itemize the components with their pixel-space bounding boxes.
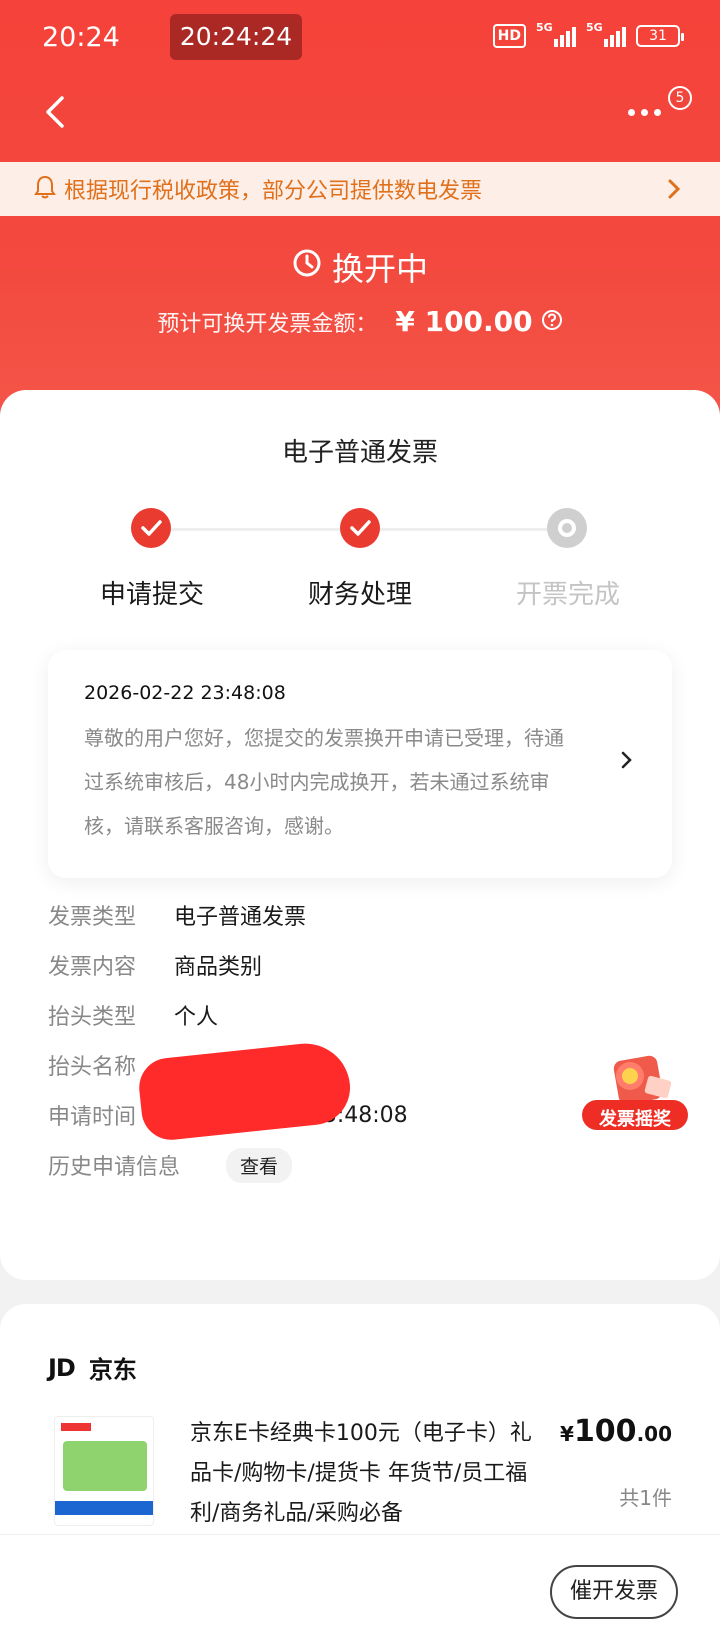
price-integer: 100 [573, 1414, 637, 1449]
progress-steps: 申请提交 财务处理 开票完成 [0, 508, 720, 628]
detail-row: 历史申请信息 查看 [48, 1140, 648, 1190]
detail-value: 个人 [174, 1005, 219, 1030]
status-title-text: 换开中 [331, 250, 428, 288]
jd-logo-icon: JD [48, 1353, 76, 1382]
amount-value: ¥ 100.00 [395, 305, 533, 338]
product-thumbnail [54, 1416, 154, 1526]
status-time: 20:24 [42, 22, 120, 53]
system-icons: HD 5G 5G 31 [492, 21, 684, 48]
detail-key: 抬头类型 [48, 1005, 137, 1030]
notice-text: 根据现行税收政策，部分公司提供数电发票 [64, 179, 483, 204]
lottery-label: 发票摇奖 [599, 1109, 671, 1130]
step-pending-icon [547, 508, 587, 548]
product-quantity: 共1件 [619, 1486, 672, 1510]
shop-header: JD 京东 [48, 1350, 137, 1385]
amount-label: 预计可换开发票金额： [157, 311, 378, 337]
detail-key: 发票类型 [48, 905, 137, 930]
more-dots-icon[interactable] [628, 100, 668, 124]
message-timestamp: 2026-02-22 23:48:08 [84, 682, 286, 704]
step-connector [165, 528, 355, 531]
chevron-right-icon [620, 750, 634, 770]
step-label-complete: 开票完成 [515, 580, 620, 610]
step-check-icon [131, 508, 171, 548]
hd-icon: HD [492, 24, 526, 48]
detail-row: 发票内容 商品类别 [48, 940, 648, 990]
tax-notice-banner[interactable]: 根据现行税收政策，部分公司提供数电发票 [0, 162, 720, 216]
detail-value: 电子普通发票 [174, 905, 307, 930]
invoice-details: 发票类型 电子普通发票 发票内容 商品类别 抬头类型 个人 抬头名称 申请时间 … [48, 890, 648, 1190]
detail-row: 抬头类型 个人 [48, 990, 648, 1040]
shop-name: 京东 [88, 1356, 137, 1384]
signal-icon: 5G [536, 21, 576, 47]
network-type-label: 5G [536, 21, 553, 34]
detail-key: 历史申请信息 [48, 1155, 181, 1180]
product-price: ¥100.00 [560, 1414, 672, 1449]
step-connector [365, 528, 555, 531]
detail-value: 商品类别 [174, 955, 263, 980]
amount-line: 预计可换开发票金额： ¥ 100.00 [0, 305, 720, 338]
help-icon[interactable] [541, 309, 563, 335]
status-message-card[interactable]: 2026-02-22 23:48:08 尊敬的用户您好，您提交的发票换开申请已受… [48, 650, 672, 878]
battery-icon: 31 [636, 25, 684, 47]
detail-row: 发票类型 电子普通发票 [48, 890, 648, 940]
step-label-finance: 财务处理 [307, 580, 412, 610]
detail-key: 发票内容 [48, 955, 137, 980]
price-decimal: .00 [636, 1422, 672, 1446]
back-chevron-icon[interactable] [36, 92, 76, 132]
message-body: 尊敬的用户您好，您提交的发票换开申请已受理，待通过系统审核后，48小时内完成换开… [84, 726, 564, 838]
floating-clock: 20:24:24 [170, 14, 302, 60]
bottom-action-bar: 催开发票 [0, 1534, 720, 1640]
bell-icon [34, 175, 56, 203]
status-title: 换开中 [0, 244, 720, 290]
step-check-icon [340, 508, 380, 548]
invoice-card: 电子普通发票 申请提交 财务处理 开票完成 2026-02-22 23:48:0… [0, 390, 720, 1280]
chevron-right-icon [664, 176, 684, 202]
urge-invoice-button[interactable]: 催开发票 [550, 1565, 678, 1619]
network-type-label: 5G [586, 21, 603, 34]
invoice-type-title: 电子普通发票 [281, 438, 438, 468]
step-label-submit: 申请提交 [99, 580, 204, 610]
view-history-button[interactable]: 查看 [226, 1147, 293, 1183]
product-name: 京东E卡经典卡100元（电子卡）礼品卡/购物卡/提货卡 年货节/员工福利/商务礼… [190, 1421, 532, 1526]
clock-icon [292, 248, 322, 286]
status-bar: 20:24 20:24:24 HD 5G 5G 31 [0, 0, 720, 78]
more-badge: 5 [668, 86, 692, 110]
signal-icon: 5G [586, 21, 626, 47]
price-currency: ¥ [560, 1422, 574, 1446]
invoice-lottery-button[interactable]: 发票摇奖 [580, 1050, 692, 1146]
